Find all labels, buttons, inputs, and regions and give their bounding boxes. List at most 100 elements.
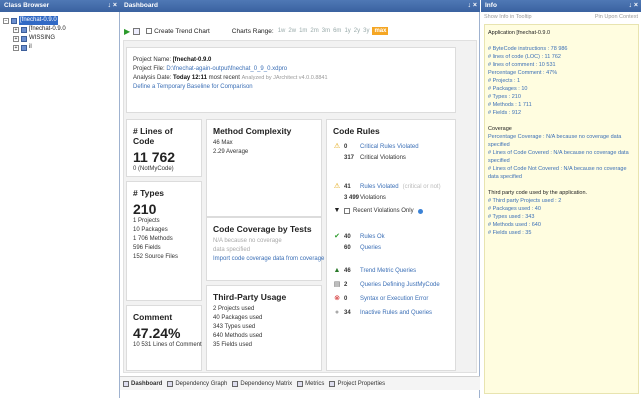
info-line: # Lines of Code Covered : N/A because no…: [488, 150, 629, 164]
types-title: # Types: [133, 188, 165, 198]
project-icon: [21, 35, 27, 42]
rules-ok-row[interactable]: ✔ 40 Rules Ok: [333, 232, 385, 242]
range-option[interactable]: 2y: [354, 28, 360, 34]
critical-rules-row[interactable]: ⚠ 0 Critical Rules Violated: [333, 142, 419, 152]
info-line: Percentage Comment : 47%: [488, 70, 558, 76]
types-source-files: 152 Source Files: [133, 254, 179, 260]
range-option[interactable]: 2w: [288, 28, 296, 34]
tab-dependency-matrix[interactable]: Dependency Matrix: [232, 380, 292, 387]
filter-icon: ▼: [333, 207, 341, 214]
info-line: # Packages used : 40: [488, 206, 541, 212]
critical-violations-row: 317 Critical Violations: [344, 155, 406, 161]
comment-value: 47.24%: [133, 325, 181, 341]
range-option[interactable]: 3m: [322, 28, 330, 34]
complexity-title: Method Complexity: [213, 126, 292, 136]
analysis-date-line: Analysis Date: Today 12:11 most recent A…: [133, 75, 328, 81]
define-baseline-link[interactable]: Define a Temporary Baseline for Comparis…: [133, 83, 449, 92]
pin-upon-context-option[interactable]: Pin Upon Context: [595, 14, 638, 23]
violations-row: 3 499 Violations: [344, 195, 386, 201]
class-browser-panel: Class Browser ↓ × − [fnechat-0.9.0 + [fn…: [0, 0, 120, 398]
dashboard-close-icon[interactable]: ↓ ×: [467, 0, 477, 12]
tree-item[interactable]: + [fnechat-0.9.0: [3, 25, 66, 34]
syntax-error-row[interactable]: ⊗ 0 Syntax or Execution Error: [333, 294, 428, 304]
info-title-bar: Info ↓ ×: [481, 0, 641, 12]
info-body: Application [fnechat-0.9.0 # ByteCode ins…: [484, 24, 639, 394]
types-value: 210: [133, 201, 157, 217]
info-close-icon[interactable]: ↓ ×: [628, 0, 638, 12]
info-line: # Methods : 1 711: [488, 102, 532, 108]
tree-item[interactable]: + il: [3, 43, 66, 52]
types-methods: 1 706 Methods: [133, 236, 173, 242]
tab-metrics[interactable]: Metrics: [297, 380, 324, 387]
expand-icon[interactable]: +: [13, 44, 19, 51]
project-icon: [21, 26, 27, 33]
rules-title: Code Rules: [333, 126, 380, 136]
range-option[interactable]: 6m: [333, 28, 341, 34]
dashboard-body: Project Name: [fnechat-0.9.0 Project Fil…: [123, 40, 477, 373]
tab-dashboard[interactable]: Dashboard: [123, 380, 162, 387]
info-line: Third party code used by the application…: [488, 190, 588, 196]
info-icon[interactable]: [417, 208, 423, 214]
project-icon: [21, 44, 27, 51]
tab-project-properties[interactable]: Project Properties: [329, 380, 385, 387]
class-tree: − [fnechat-0.9.0 + [fnechat-0.9.0 + WISS…: [3, 16, 66, 52]
range-option[interactable]: 1w: [278, 28, 286, 34]
info-line: # Types : 210: [488, 94, 521, 100]
range-option-max[interactable]: max: [372, 27, 389, 35]
export-icon[interactable]: [133, 27, 141, 35]
import-coverage-link[interactable]: Import code coverage data from coverage …: [213, 255, 341, 264]
project-info-card: Project Name: [fnechat-0.9.0 Project Fil…: [126, 47, 456, 113]
loc-value: 11 762: [133, 149, 176, 165]
create-trend-checkbox[interactable]: [146, 28, 153, 34]
tree-item[interactable]: + WISSING: [3, 34, 66, 43]
loc-notmycode: 0 (NotMyCode): [133, 166, 174, 172]
info-line: # Packages : 10: [488, 86, 528, 92]
info-line: # Projects : 1: [488, 78, 521, 84]
tab-dependency-graph[interactable]: Dependency Graph: [167, 380, 227, 387]
create-trend-label[interactable]: Create Trend Chart: [154, 28, 210, 35]
range-option[interactable]: 1m: [299, 28, 307, 34]
range-option[interactable]: 1y: [344, 28, 350, 34]
range-option[interactable]: 2m: [310, 28, 318, 34]
expand-icon[interactable]: +: [13, 35, 19, 42]
justmycode-row[interactable]: ▤ 2 Queries Defining JustMyCode: [333, 280, 440, 290]
types-packages: 10 Packages: [133, 227, 168, 233]
show-info-tooltip-option[interactable]: Show Info in Tooltip: [484, 14, 532, 23]
recent-violations-checkbox[interactable]: [344, 208, 350, 214]
trend-metric-row[interactable]: ▲ 46 Trend Metric Queries: [333, 266, 417, 276]
dashboard-bottom-tabs: Dashboard Dependency Graph Dependency Ma…: [120, 376, 480, 390]
coverage-na-1: N/A because no coverage: [213, 238, 282, 244]
collapse-icon[interactable]: −: [3, 17, 9, 24]
info-line: # lines of code (LOC) : 11 762: [488, 54, 561, 60]
inactive-rules-row[interactable]: ● 34 Inactive Rules and Queries: [333, 308, 432, 318]
class-browser-close-icon[interactable]: ↓ ×: [107, 0, 117, 12]
info-line: Application [fnechat-0.9.0: [488, 30, 551, 36]
tree-item-root[interactable]: − [fnechat-0.9.0: [3, 16, 66, 25]
info-line: Coverage: [488, 126, 512, 132]
coverage-na-2: data specified: [213, 247, 251, 253]
critical-warning-icon: ⚠: [333, 143, 341, 150]
range-option[interactable]: 3y: [363, 28, 369, 34]
project-name-line: Project Name: [fnechat-0.9.0: [133, 57, 212, 63]
dashboard-toolbar: ▶ Create Trend Chart Charts Range: 1w 2w…: [120, 23, 480, 39]
comment-card: Comment 47.24% 10 531 Lines of Comment: [126, 305, 202, 371]
project-file-line: Project File: D:\fnechat-again-output\fn…: [133, 66, 288, 72]
matrix-icon: [232, 380, 239, 387]
project-file-link[interactable]: D:\fnechat-again-output\fnechat_0_9_0.xd…: [166, 66, 287, 72]
expand-icon[interactable]: +: [13, 26, 19, 33]
code-rules-card: Code Rules ⚠ 0 Critical Rules Violated 3…: [326, 119, 456, 371]
info-panel: Info ↓ × Show Info in Tooltip Pin Upon C…: [481, 0, 641, 398]
justmycode-icon: ▤: [333, 281, 341, 288]
dashboard-panel: Dashboard ↓ × ▶ Create Trend Chart Chart…: [120, 0, 480, 398]
run-analysis-icon[interactable]: ▶: [124, 27, 130, 36]
recent-violations-row[interactable]: ▼ Recent Violations Only: [333, 206, 423, 216]
queries-row[interactable]: 60 Queries: [333, 243, 381, 253]
rules-violated-row[interactable]: ⚠ 41 Rules Violated (critical or not): [333, 182, 441, 192]
info-line: # Fields : 912: [488, 110, 522, 116]
third-party-fields: 35 Fields used: [213, 342, 253, 348]
comment-lines: 10 531 Lines of Comment: [133, 342, 202, 348]
info-line: # Methods used : 640: [488, 222, 541, 228]
inactive-icon: ●: [334, 309, 340, 316]
loc-title: # Lines of Code: [133, 126, 173, 146]
